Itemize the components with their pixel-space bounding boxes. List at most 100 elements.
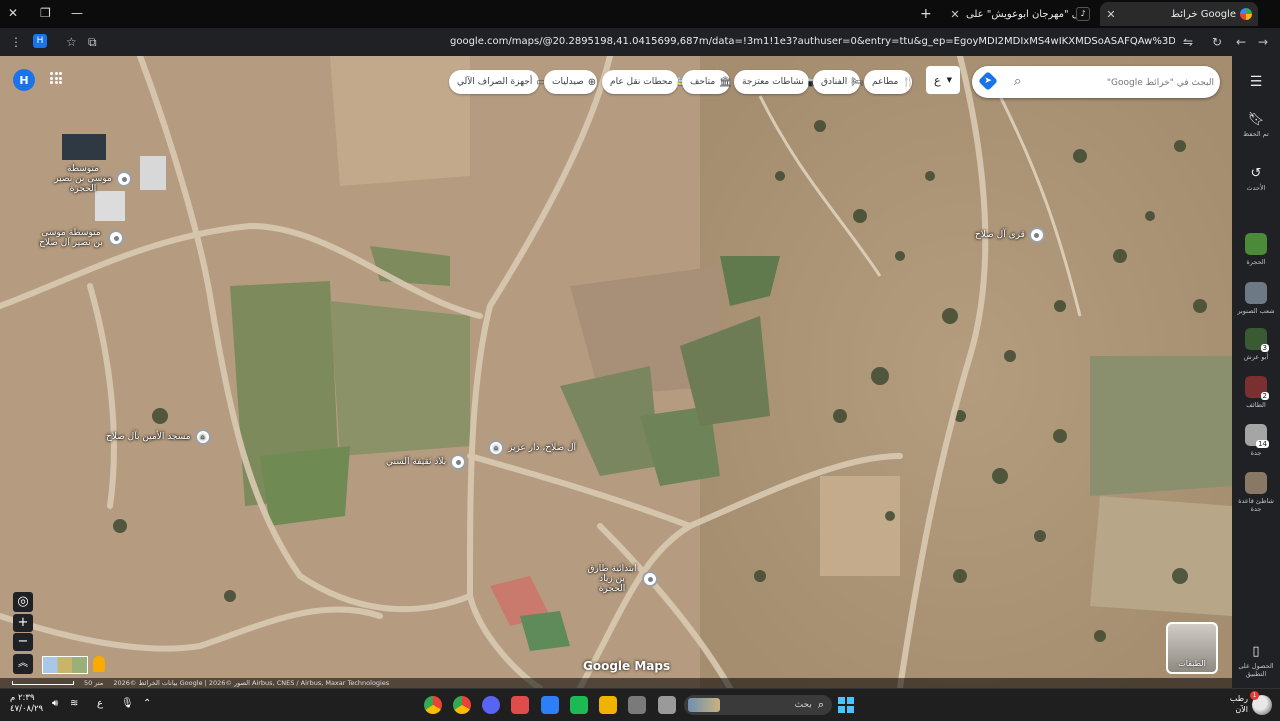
language-button[interactable]: ع ▼	[926, 66, 960, 94]
reload-icon[interactable]: ↻	[1212, 35, 1222, 49]
close-window-icon[interactable]: ✕	[8, 6, 18, 20]
zoom-out-button[interactable]: −	[13, 633, 33, 651]
layers-button[interactable]: الطبقات	[1166, 622, 1218, 674]
account-avatar[interactable]: H	[13, 69, 35, 91]
date-text: ٤٧/٠٨/٢٩	[10, 704, 44, 714]
chip-museums[interactable]: متاحف 🏛	[682, 70, 732, 94]
store-icon[interactable]	[628, 696, 646, 714]
profile-avatar[interactable]: H	[33, 34, 47, 48]
place-thumbnail	[1245, 233, 1267, 255]
sidebar-label: جدة	[1250, 449, 1262, 457]
map-type-thumbnails[interactable]	[42, 656, 88, 674]
taskbar-search[interactable]: بحث ⌕	[684, 695, 832, 715]
sidebar-item-recent-place[interactable]: 14 جدة	[1232, 424, 1280, 457]
place-marker[interactable]: مسجد الأمين بآل صلاح ⌂	[106, 429, 211, 445]
chip-label: مطاعم	[872, 77, 899, 87]
language-indicator[interactable]: ع	[97, 698, 103, 709]
browser-menu-icon[interactable]: ⋮	[10, 35, 22, 49]
back-arrow-icon[interactable]: →	[1258, 35, 1268, 49]
sidebar-item-saved[interactable]: 🔖︎ تم الحفظ	[1232, 112, 1280, 138]
place-marker[interactable]: ابتدائية طارق بن زياد الحجرة	[586, 564, 658, 594]
place-marker[interactable]: بلاد ثقيفة السني	[386, 454, 467, 470]
app-icon[interactable]	[511, 696, 529, 714]
restore-window-icon[interactable]: ❐	[40, 6, 51, 20]
place-marker[interactable]: متوسطة موسى بن نصير آل صلاح	[38, 228, 124, 248]
scale-label: 50 متر	[84, 679, 104, 687]
windows-taskbar: ٢:٣٩ م ٤٧/٠٨/٢٩ 🔊︎ ≋ ع 🎙︎ ⌃ بحث ⌕ رطب ال…	[0, 688, 1280, 721]
chip-label: محطات نقل عام	[610, 77, 673, 87]
tab-google-maps[interactable]: ✕ خرائط Google	[1100, 2, 1258, 26]
tab-tiktok[interactable]: ✕ اعثر على "مهرجان ابوعويش" على... ♪	[944, 2, 1096, 26]
chip-transit[interactable]: محطات نقل عام 🚉	[602, 70, 689, 94]
place-marker[interactable]: ⌂ آل صلاح، دار عزيز	[488, 440, 576, 456]
expand-icon[interactable]: ︽	[13, 654, 33, 674]
chrome-icon[interactable]	[424, 696, 442, 714]
new-tab-button[interactable]: +	[920, 6, 932, 22]
chip-pharmacies[interactable]: صيدليات ⊕	[544, 70, 597, 94]
google-apps-icon[interactable]	[50, 72, 62, 84]
close-tab-icon[interactable]: ✕	[1104, 8, 1118, 21]
sidebar-item-recent-place[interactable]: شعب الصنوبر	[1232, 282, 1280, 315]
sidebar-item-recent-place[interactable]: 3 أبو عرش	[1232, 328, 1280, 361]
place-marker[interactable]: قرى آل صلاح	[975, 227, 1045, 243]
start-button-icon[interactable]	[838, 697, 854, 713]
sidebar-label: الأحدث	[1246, 184, 1266, 192]
layers-label: الطبقات	[1178, 659, 1206, 668]
app-icon[interactable]	[570, 696, 588, 714]
install-app-icon[interactable]: ⧉	[88, 35, 97, 50]
sidebar-item-recents[interactable]: ↺ الأحدث	[1232, 166, 1280, 192]
bookmark-star-icon[interactable]: ☆	[66, 35, 77, 49]
sidebar-label: الحصول على التطبيق	[1238, 662, 1274, 678]
maps-app-icon[interactable]	[541, 696, 559, 714]
chevron-up-icon[interactable]: ⌃	[143, 698, 151, 709]
minimize-window-icon[interactable]: —	[71, 6, 83, 20]
chip-restaurants[interactable]: مطاعم 🍴	[864, 70, 915, 94]
discord-icon[interactable]	[482, 696, 500, 714]
satellite-map[interactable]: متوسطة موسى بن نصير الحجرة متوسطة موسى ب…	[0, 56, 1232, 688]
wifi-icon[interactable]: ≋	[70, 698, 78, 709]
chrome-profile-icon[interactable]	[453, 696, 471, 714]
volume-icon[interactable]: 🔊︎	[52, 698, 58, 709]
my-location-button[interactable]: ◎	[13, 592, 33, 612]
restaurant-icon: 🍴	[902, 76, 915, 88]
scale-bar[interactable]	[12, 681, 74, 685]
place-pin-icon	[450, 454, 467, 470]
tab-strip: ✕ ❐ — + ✕ اعثر على "مهرجان ابوعويش" على.…	[0, 0, 1280, 28]
sidebar-item-recent-place[interactable]: 2 الطائف	[1232, 376, 1280, 409]
forward-arrow-icon[interactable]: ←	[1236, 35, 1246, 49]
sidebar-item-recent-place[interactable]: الحجرة	[1232, 233, 1280, 266]
hotel-icon: 🛏	[851, 76, 864, 88]
search-box[interactable]: ➤ ⌕	[972, 66, 1220, 100]
chip-label: متاحف	[690, 77, 716, 87]
sidebar-item-get-app[interactable]: ▯ الحصول على التطبيق	[1232, 644, 1280, 678]
file-explorer-icon[interactable]	[599, 696, 617, 714]
zoom-in-button[interactable]: +	[13, 614, 33, 632]
hamburger-menu-icon[interactable]: ☰	[1232, 74, 1280, 90]
chip-atms[interactable]: أجهزة الصراف الآلي ▭	[449, 70, 546, 94]
google-maps-favicon-icon	[1240, 8, 1252, 20]
tab-title: خرائط Google	[1170, 8, 1236, 20]
place-label: متوسطة موسى بن نصير الحجرة	[54, 164, 112, 194]
clock[interactable]: ٢:٣٩ م ٤٧/٠٨/٢٩	[10, 693, 43, 715]
notification-badge: 1	[1250, 691, 1259, 700]
sidebar-item-recent-place[interactable]: شاطئ قاعدة جدة	[1232, 472, 1280, 513]
place-marker[interactable]: متوسطة موسى بن نصير الحجرة	[54, 164, 132, 194]
weather-text[interactable]: رطب الآن	[1226, 693, 1248, 715]
pegman-icon[interactable]	[93, 656, 105, 672]
close-tab-icon[interactable]: ✕	[948, 8, 962, 21]
url-field[interactable]: google.com/maps/@20.2895198,41.0415699,6…	[450, 36, 1175, 47]
search-icon[interactable]: ⌕	[1014, 74, 1021, 89]
search-input[interactable]	[1036, 66, 1216, 100]
google-maps-logo: Google Maps	[583, 659, 671, 673]
chip-things-to-do[interactable]: نشاطات معتزجة 📷	[734, 70, 820, 94]
school-pin-icon	[642, 571, 658, 587]
app-icon[interactable]	[658, 696, 676, 714]
microphone-icon[interactable]: 🎙︎	[121, 698, 134, 709]
place-label: آل صلاح، دار عزيز	[508, 443, 577, 453]
place-label: قرى آل صلاح	[975, 230, 1025, 240]
tiktok-favicon-icon: ♪	[1076, 7, 1090, 21]
maps-sidebar: ☰ 🔖︎ تم الحفظ ↺ الأحدث الحجرة شعب الصنوب…	[1232, 56, 1280, 688]
chip-hotels[interactable]: الفنادق 🛏	[813, 70, 864, 94]
site-settings-icon[interactable]: ⇋	[1183, 35, 1193, 49]
directions-icon[interactable]: ➤	[978, 71, 998, 91]
